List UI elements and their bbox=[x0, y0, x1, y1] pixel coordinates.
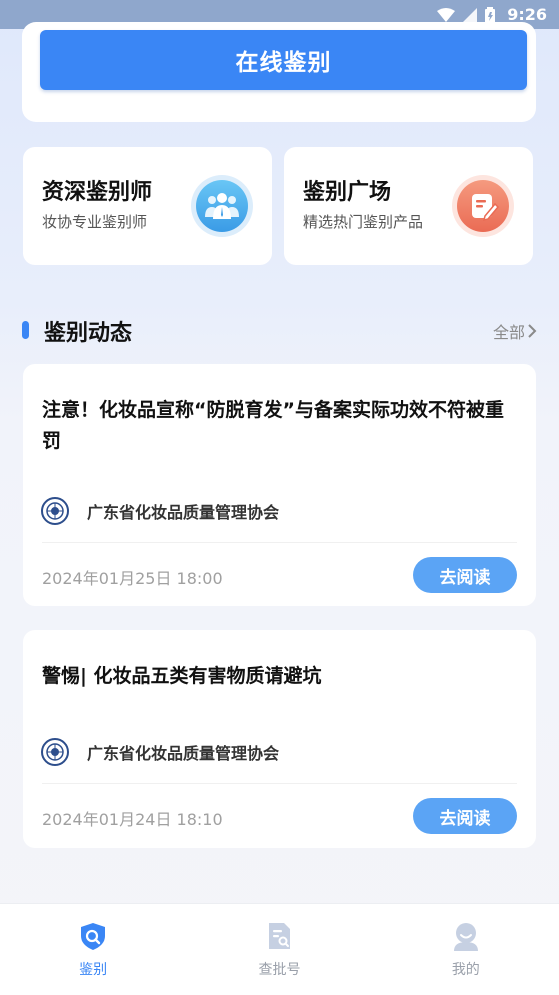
online-appraisal-button[interactable]: 在线鉴别 bbox=[40, 30, 527, 90]
user-icon bbox=[453, 923, 478, 951]
news-date: 2024年01月25日 18:00 bbox=[42, 569, 223, 588]
view-all-label: 全部 bbox=[492, 323, 525, 342]
nav-label: 我的 bbox=[451, 962, 480, 978]
news-card[interactable]: 警惕| 化妆品五类有害物质请避坑 广东省化妆品质量管理协会 2024年01月24… bbox=[23, 630, 536, 848]
divider bbox=[42, 542, 517, 543]
source-name: 广东省化妆品质量管理协会 bbox=[87, 503, 280, 522]
battery-icon bbox=[485, 6, 496, 23]
view-all-link[interactable]: 全部 bbox=[493, 319, 537, 343]
nav-label: 查批号 bbox=[258, 962, 301, 978]
news-title: 注意！化妆品宣称“防脱育发”与备案实际功效不符被重罚 bbox=[42, 399, 504, 452]
nav-label: 鉴别 bbox=[79, 962, 108, 978]
nav-item-batch-lookup[interactable]: 查批号 bbox=[186, 904, 372, 995]
news-source: 广东省化妆品质量管理协会 bbox=[41, 738, 279, 766]
news-source: 广东省化妆品质量管理协会 bbox=[41, 497, 279, 525]
note-edit-icon bbox=[452, 175, 514, 237]
section-title: 鉴别动态 bbox=[44, 321, 133, 346]
read-button[interactable]: 去阅读 bbox=[413, 798, 517, 834]
association-logo-icon bbox=[41, 497, 69, 525]
chevron-right-icon bbox=[528, 324, 537, 338]
feature-subtitle: 精选热门鉴别产品 bbox=[303, 213, 424, 231]
feature-subtitle: 妆协专业鉴别师 bbox=[42, 213, 148, 231]
feature-title: 鉴别广场 bbox=[303, 180, 392, 205]
feature-card-square[interactable]: 鉴别广场 精选热门鉴别产品 bbox=[284, 147, 533, 265]
nav-item-appraisal[interactable]: 鉴别 bbox=[0, 904, 186, 995]
news-card[interactable]: 注意！化妆品宣称“防脱育发”与备案实际功效不符被重罚 广东省化妆品质量管理协会 … bbox=[23, 364, 536, 606]
section-accent-bar bbox=[22, 321, 29, 339]
section-header: 鉴别动态 全部 bbox=[22, 313, 537, 349]
feature-title: 资深鉴别师 bbox=[42, 180, 153, 205]
shield-search-icon bbox=[81, 923, 106, 950]
read-button[interactable]: 去阅读 bbox=[413, 557, 517, 593]
experts-group-icon bbox=[191, 175, 253, 237]
news-date: 2024年01月24日 18:10 bbox=[42, 810, 223, 829]
news-title: 警惕| 化妆品五类有害物质请避坑 bbox=[42, 665, 322, 687]
feature-card-experts[interactable]: 资深鉴别师 妆协专业鉴别师 bbox=[23, 147, 272, 265]
source-name: 广东省化妆品质量管理协会 bbox=[87, 744, 280, 763]
bottom-nav: 鉴别 查批号 我的 bbox=[0, 903, 559, 995]
divider bbox=[42, 783, 517, 784]
signal-icon bbox=[463, 7, 478, 22]
nav-item-profile[interactable]: 我的 bbox=[373, 904, 559, 995]
document-search-icon bbox=[269, 923, 291, 949]
association-logo-icon bbox=[41, 738, 69, 766]
wifi-icon bbox=[437, 7, 456, 22]
